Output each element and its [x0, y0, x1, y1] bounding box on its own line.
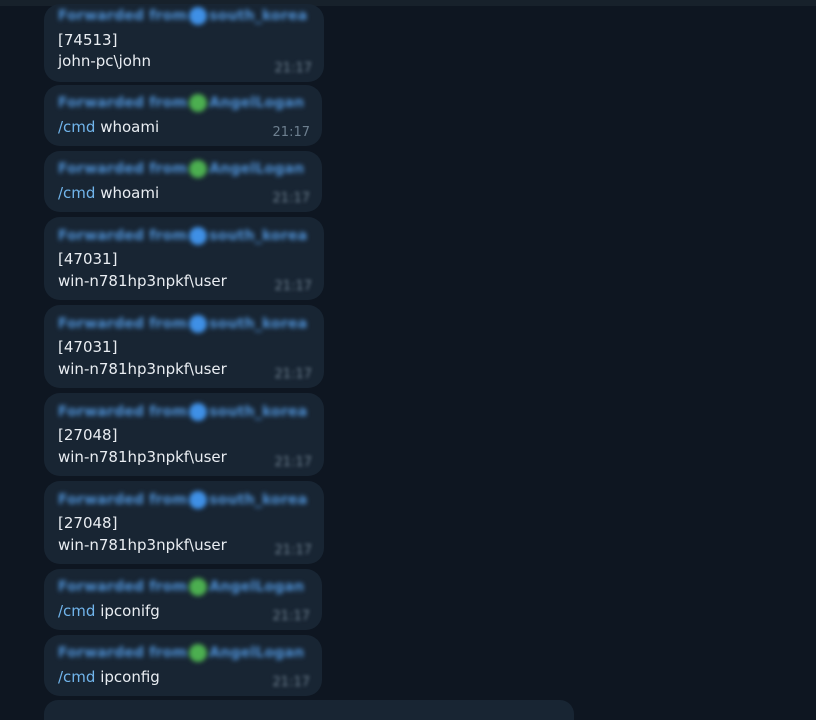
user-badge-icon — [189, 315, 208, 333]
message-line: win-n781hp3npkf\user — [58, 536, 227, 554]
forwarded-from-text: Forwarded from — [58, 645, 188, 661]
command-argument: ipconifg — [100, 602, 160, 620]
message-line: [47031] — [58, 250, 118, 268]
user-badge-icon — [189, 491, 208, 509]
message-bubble[interactable]: Forwarded from south_korea [74513] john-… — [44, 4, 324, 82]
message-time: 21:17 — [274, 455, 312, 470]
message-bubble[interactable]: Forwarded from AngelLogan /cmd ipconfig … — [44, 635, 322, 696]
forwarded-from-text: Forwarded from — [58, 492, 188, 508]
user-badge-icon — [189, 644, 208, 662]
forwarded-header[interactable]: Forwarded from south_korea — [58, 7, 308, 25]
forwarded-from-name: south_korea — [209, 492, 308, 508]
forwarded-from-name: AngelLogan — [209, 161, 305, 177]
forwarded-from-name: AngelLogan — [209, 95, 305, 111]
forwarded-from-name: south_korea — [209, 316, 308, 332]
message-line: win-n781hp3npkf\user — [58, 448, 227, 466]
message-bubble[interactable]: Forwarded from south_korea [47031] win-n… — [44, 305, 324, 388]
forwarded-header[interactable]: Forwarded from south_korea — [58, 403, 308, 421]
bot-command-link[interactable]: /cmd — [58, 668, 95, 686]
command-argument: whoami — [100, 118, 160, 136]
forwarded-from-text: Forwarded from — [58, 404, 188, 420]
forwarded-header[interactable]: Forwarded from south_korea — [58, 227, 308, 245]
message-line: john-pc\john — [58, 52, 151, 70]
message-time: 21:17 — [272, 609, 310, 624]
user-badge-icon — [189, 94, 208, 112]
bot-command-link[interactable]: /cmd — [58, 184, 95, 202]
message-time: 21:17 — [274, 367, 312, 382]
message-line: [27048] — [58, 426, 118, 444]
forwarded-from-text: Forwarded from — [58, 228, 188, 244]
forwarded-from-name: AngelLogan — [209, 579, 305, 595]
message-bubble[interactable]: Forwarded from south_korea [27048] win-n… — [44, 393, 324, 476]
message-line: /cmd whoami — [58, 183, 159, 203]
bot-command-link[interactable]: /cmd — [58, 118, 95, 136]
forwarded-from-name: south_korea — [209, 404, 308, 420]
forwarded-header[interactable]: Forwarded from AngelLogan — [58, 94, 305, 112]
message-time: 21:17 — [272, 675, 310, 690]
message-line: /cmd ipconfig — [58, 667, 160, 687]
message-bubble[interactable]: Forwarded from AngelLogan /cmd whoami 21… — [44, 151, 322, 212]
message-time: 21:17 — [272, 125, 310, 140]
message-time: 21:17 — [274, 543, 312, 558]
message-line: /cmd whoami — [58, 117, 159, 137]
forwarded-header[interactable]: Forwarded from AngelLogan — [58, 160, 305, 178]
message-time: 21:17 — [274, 61, 312, 76]
forwarded-header[interactable]: Forwarded from south_korea — [58, 315, 308, 333]
forwarded-from-text: Forwarded from — [58, 161, 188, 177]
user-badge-icon — [189, 578, 208, 596]
message-bubble[interactable]: Forwarded from AngelLogan /cmd whoami 21… — [44, 85, 322, 146]
message-line: [47031] — [58, 338, 118, 356]
message-line: [27048] — [58, 514, 118, 532]
message-line: win-n781hp3npkf\user — [58, 272, 227, 290]
forwarded-from-name: AngelLogan — [209, 645, 305, 661]
command-argument: whoami — [100, 184, 160, 202]
bot-command-link[interactable]: /cmd — [58, 602, 95, 620]
message-line: /cmd ipconifg — [58, 601, 160, 621]
message-time: 21:17 — [272, 191, 310, 206]
message-bubble[interactable]: Forwarded from AngelLogan /cmd ipconifg … — [44, 569, 322, 630]
forwarded-from-name: south_korea — [209, 228, 308, 244]
message-bubble[interactable]: Forwarded from south_korea [47031] win-n… — [44, 217, 324, 300]
forwarded-from-name: south_korea — [209, 8, 308, 24]
forwarded-header[interactable]: Forwarded from AngelLogan — [58, 644, 305, 662]
forwarded-header[interactable]: Forwarded from AngelLogan — [58, 578, 305, 596]
user-badge-icon — [189, 7, 208, 25]
command-argument: ipconfig — [100, 668, 160, 686]
forwarded-from-text: Forwarded from — [58, 579, 188, 595]
message-time: 21:17 — [274, 279, 312, 294]
message-bubble[interactable]: Forwarded from south_korea [27048] win-n… — [44, 481, 324, 564]
message-line: win-n781hp3npkf\user — [58, 360, 227, 378]
forwarded-header[interactable]: Forwarded from south_korea — [58, 491, 308, 509]
user-badge-icon — [189, 403, 208, 421]
forwarded-from-text: Forwarded from — [58, 8, 188, 24]
forwarded-from-text: Forwarded from — [58, 316, 188, 332]
message-line: [74513] — [58, 31, 118, 49]
chat-message-list[interactable]: Forwarded from south_korea [74513] john-… — [0, 0, 816, 720]
user-badge-icon — [189, 160, 208, 178]
next-message-bubble[interactable] — [44, 700, 574, 720]
user-badge-icon — [189, 227, 208, 245]
forwarded-from-text: Forwarded from — [58, 95, 188, 111]
